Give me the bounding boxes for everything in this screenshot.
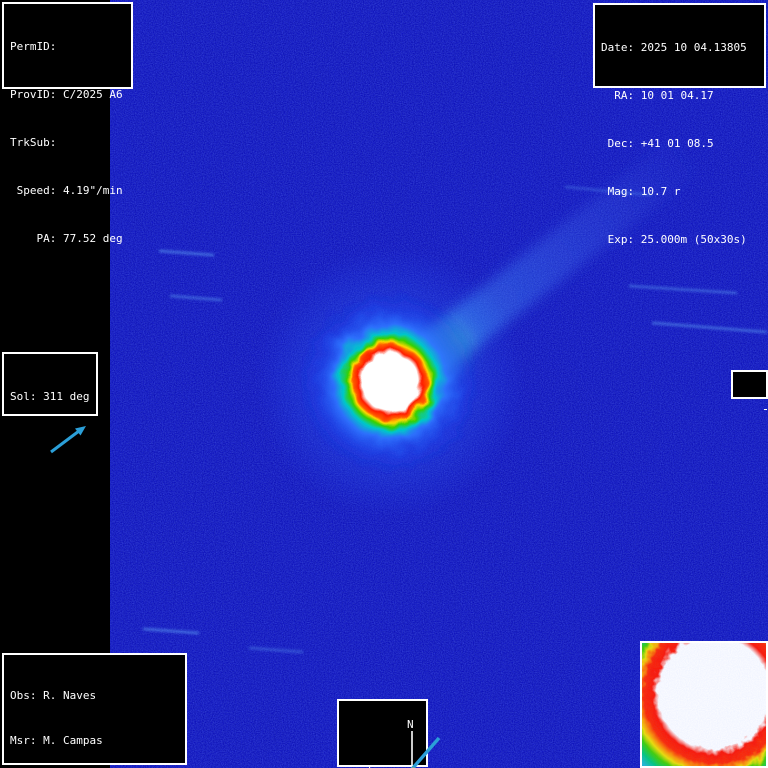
target-info-panel: PermID: ProvID: C/2025 A6 TrkSub: Speed:… <box>2 2 133 89</box>
observation-info-panel: Date: 2025 10 04.13805 RA: 10 01 04.17 D… <box>593 3 766 88</box>
site-info-panel: Obs: R. Naves Msr: M. Campas Stn: 213 Te… <box>2 653 187 765</box>
reference-marker-label: --- <box>762 402 768 416</box>
sun-direction-arrow-icon <box>37 421 125 461</box>
ra-line: RA: 10 01 04.17 <box>601 88 758 104</box>
exp-line: Exp: 25.000m (50x30s) <box>601 232 758 248</box>
sun-direction-label: Sol: 311 deg <box>10 389 90 405</box>
astro-image-viewer: PermID: ProvID: C/2025 A6 TrkSub: Speed:… <box>0 0 768 768</box>
observer-line: Obs: R. Naves <box>10 688 179 703</box>
compass-panel: N E <box>337 699 428 767</box>
prov-id-line: ProvID: C/2025 A6 <box>10 87 125 103</box>
nucleus-noise <box>642 643 766 766</box>
dec-line: Dec: +41 01 08.5 <box>601 136 758 152</box>
compass-east-label: E <box>368 763 375 768</box>
measurer-line: Msr: M. Campas <box>10 733 179 748</box>
reference-marker-box: --- <box>731 370 768 399</box>
nucleus-zoom-inset <box>640 641 768 768</box>
sun-direction-panel: Sol: 311 deg <box>2 352 98 416</box>
nucleus-zoom-image <box>642 643 766 766</box>
trksub-line: TrkSub: <box>10 135 125 151</box>
date-line: Date: 2025 10 04.13805 <box>601 40 758 56</box>
mag-line: Mag: 10.7 r <box>601 184 758 200</box>
speed-line: Speed: 4.19"/min <box>10 183 125 199</box>
compass-north-label: N <box>407 718 414 731</box>
compass-icon: N E <box>366 717 453 768</box>
pa-line: PA: 77.52 deg <box>10 231 125 247</box>
comet-coma <box>298 290 482 474</box>
perm-id-line: PermID: <box>10 39 125 55</box>
